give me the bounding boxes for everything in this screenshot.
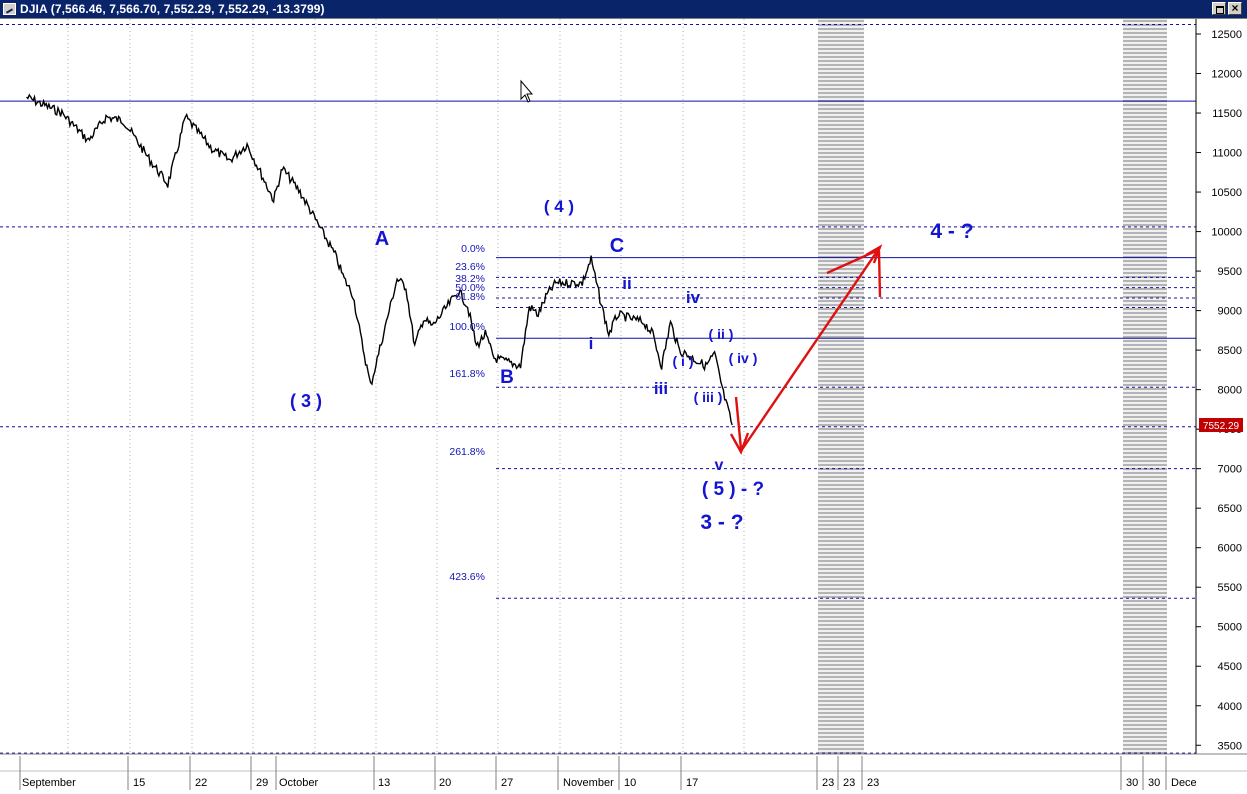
last-price-label: 7552.29 xyxy=(1203,421,1240,432)
wave-label: 4 - ? xyxy=(930,220,973,243)
x-tick-label: 10 xyxy=(624,777,636,789)
fib-label: 423.6% xyxy=(449,571,485,583)
x-tick-label: 20 xyxy=(439,777,451,789)
projection-arrow xyxy=(734,396,743,450)
x-tick-label: November xyxy=(563,777,614,789)
wave-label: ( iv ) xyxy=(729,350,758,366)
projection-arrow xyxy=(877,250,882,298)
y-tick-label: 7000 xyxy=(1218,464,1242,476)
fib-label: 100.0% xyxy=(449,321,485,333)
x-tick-label: October xyxy=(279,777,318,789)
wave-label: i xyxy=(589,334,594,353)
window-titlebar: DJIA (7,566.46, 7,566.70, 7,552.29, 7,55… xyxy=(0,0,1247,19)
y-tick-label: 5000 xyxy=(1218,622,1242,634)
x-tick-label: 23 xyxy=(867,777,879,789)
wave-label: ( i ) xyxy=(673,353,694,369)
x-tick-label: 15 xyxy=(133,777,145,789)
y-tick-label: 6000 xyxy=(1218,543,1242,555)
y-tick-label: 11500 xyxy=(1212,108,1242,120)
price-series-line xyxy=(26,93,733,426)
fib-label: 161.8% xyxy=(449,368,485,380)
y-tick-label: 11000 xyxy=(1212,148,1242,160)
wave-label: ( 3 ) xyxy=(290,391,322,411)
x-tick-label: 22 xyxy=(195,777,207,789)
wave-label: A xyxy=(375,228,389,250)
y-tick-label: 8000 xyxy=(1218,385,1242,397)
close-icon[interactable] xyxy=(1228,2,1242,15)
y-tick-label: 3500 xyxy=(1218,740,1242,752)
x-tick-label: 27 xyxy=(501,777,513,789)
projection-arrowhead xyxy=(865,244,883,264)
x-tick-label: 17 xyxy=(686,777,698,789)
y-tick-label: 6500 xyxy=(1218,503,1242,515)
fib-label: 23.6% xyxy=(455,261,485,273)
x-tick-label: 29 xyxy=(256,777,268,789)
y-tick-label: 10500 xyxy=(1211,187,1242,199)
wave-label: B xyxy=(500,367,514,388)
wave-label: ( ii ) xyxy=(709,326,734,342)
wave-label: iv xyxy=(686,288,701,307)
wave-label: ( 5 ) - ? xyxy=(702,479,764,500)
window-title: DJIA (7,566.46, 7,566.70, 7,552.29, 7,55… xyxy=(20,2,325,16)
x-tick-label: 30 xyxy=(1126,777,1138,789)
price-chart: 0.0%23.6%38.2%50.0%61.8%100.0%161.8%261.… xyxy=(0,19,1247,794)
y-tick-label: 8500 xyxy=(1218,345,1242,357)
fib-label: 61.8% xyxy=(455,291,485,303)
y-tick-label: 12000 xyxy=(1211,69,1242,81)
wave-label: iii xyxy=(654,379,668,398)
app-icon[interactable] xyxy=(3,3,16,15)
shaded-band xyxy=(1123,19,1167,754)
x-tick-label: September xyxy=(22,777,76,789)
wave-label: 3 - ? xyxy=(700,511,743,534)
y-tick-label: 4000 xyxy=(1218,701,1242,713)
restore-icon[interactable] xyxy=(1212,2,1226,15)
y-tick-label: 5500 xyxy=(1218,582,1242,594)
x-tick-label: Dece xyxy=(1171,777,1197,789)
wave-label: ii xyxy=(622,274,631,293)
cursor-arrow-icon xyxy=(520,79,534,103)
y-tick-label: 9000 xyxy=(1218,306,1242,318)
wave-label: C xyxy=(610,235,624,257)
shaded-band xyxy=(818,19,864,754)
wave-label: v xyxy=(715,457,724,474)
fib-label: 0.0% xyxy=(461,243,485,255)
y-tick-label: 10000 xyxy=(1211,227,1242,239)
x-tick-label: 23 xyxy=(822,777,834,789)
wave-label: ( 4 ) xyxy=(544,197,574,216)
y-tick-label: 4500 xyxy=(1218,661,1242,673)
y-tick-label: 9500 xyxy=(1218,266,1242,278)
wave-label: ( iii ) xyxy=(694,389,723,405)
y-tick-label: 12500 xyxy=(1211,29,1242,41)
fib-label: 261.8% xyxy=(449,446,485,458)
x-tick-label: 30 xyxy=(1148,777,1160,789)
x-tick-label: 23 xyxy=(843,777,855,789)
x-tick-label: 13 xyxy=(378,777,390,789)
